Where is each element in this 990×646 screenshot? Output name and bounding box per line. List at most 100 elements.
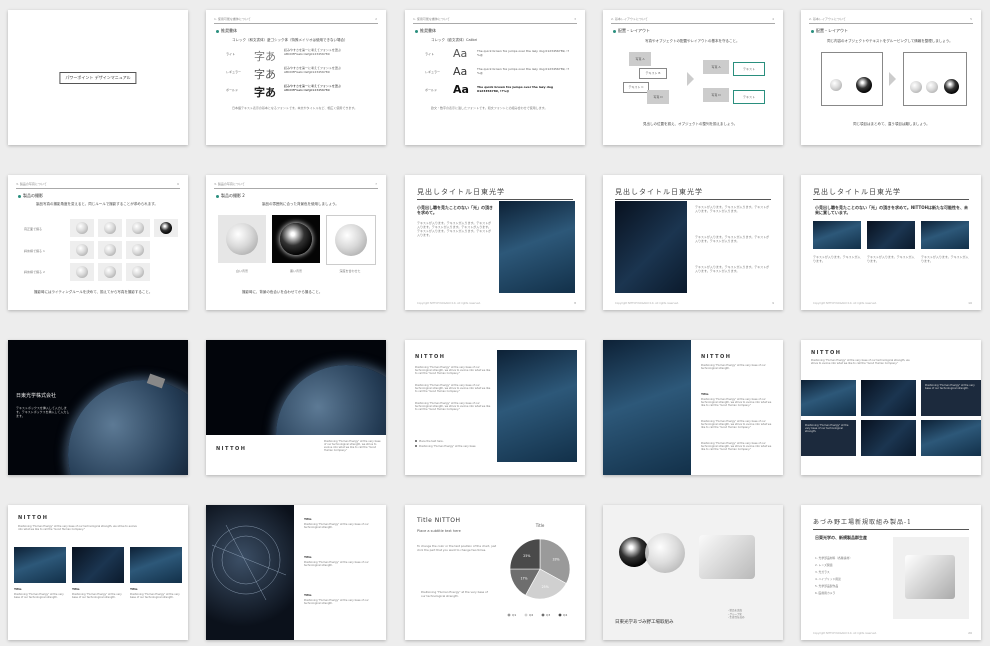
pie-data-label: 25% — [542, 585, 549, 589]
section-title: 製品の撮影 2 — [216, 193, 245, 199]
photo — [921, 221, 969, 249]
photo — [867, 221, 915, 249]
product-list: 1. 光学部品材料（各種素材） 2. レンズ関連 3. 光ガラス 4. ハイブリッド… — [815, 556, 853, 595]
glyph-light: 字あ — [254, 50, 276, 63]
body-text: To change the color or the text position… — [417, 544, 497, 552]
page-number: 8 — [574, 301, 576, 305]
legend-label: Q4 — [563, 613, 567, 617]
layout-box: テキスト B — [639, 68, 667, 79]
lens-product — [645, 533, 685, 573]
slide-header: 1. 使用可能な書体について — [413, 17, 450, 21]
body-text: Positioning "Human Energy" at the very b… — [415, 402, 491, 412]
quote-text: Positioning "Human Energy" at the very b… — [421, 590, 488, 598]
item-title: Title — [130, 587, 138, 591]
photo — [921, 420, 981, 456]
nittoh-logo: NITTOH — [216, 446, 247, 452]
row-label: 斜め横で撮る 1 — [24, 249, 45, 253]
slide-10[interactable]: 見出しタイトル日東光学 小見出し職を見たことのない「光」の頂きを求めて。NITT… — [801, 175, 981, 310]
lead-text: 小見出し職を見たことのない「光」の頂きを求めて。NITTOHは新たな可能性を、未… — [815, 205, 968, 215]
sample-bold: The quick brown fox jumps over the lazy … — [477, 85, 554, 93]
network-image — [206, 505, 294, 640]
slide-8[interactable]: 見出しタイトル日東光学 小見出し職を見たことのない「光」の頂きを求めて。 テキス… — [405, 175, 585, 310]
slide-12[interactable]: NITTOH Positioning "Human Energy" at the… — [206, 340, 386, 475]
footer-copyright: Copyright NITTOH KOGAKU K.K. All rights … — [813, 302, 877, 305]
nittoh-logo: NITTOH — [18, 515, 49, 521]
slide-3[interactable]: 1. 使用可能な書体について 3 推奨書体 コレック（欧文書体）Calibri … — [405, 10, 585, 145]
page-number: 6 — [177, 182, 179, 186]
item-title: Title — [304, 517, 312, 521]
body-text: テキストが入ります。テキストが入ります。テキストが入ります。テキストが入ります。… — [417, 221, 492, 237]
nittoh-logo: NITTOH — [811, 350, 842, 356]
page-number: 5 — [970, 17, 972, 21]
item-title: Title — [72, 587, 80, 591]
slide-title: 見出しタイトル日東光学 — [417, 188, 505, 196]
slide-2[interactable]: 1. 使用可能な書体について 2 推奨書体 コレック（和文書体）遊ゴシック体（特… — [206, 10, 386, 145]
page-number: 20 — [968, 631, 972, 635]
slide-6[interactable]: 3. 製品の写真について 6 製品の撮影 製品写真の撮影角度を変えると、同じルー… — [8, 175, 188, 310]
slide-14[interactable]: NITTOH Positioning "Human Energy" at the… — [603, 340, 783, 475]
page-number: 3 — [574, 17, 576, 21]
caption: 白い背景 — [235, 269, 248, 273]
lead-text: 日東光学の、新規製品群生産 — [815, 535, 867, 540]
bottom-text: 撮影時にはライティングルールを決めて、揃えてから写真を撮影すること。 — [34, 290, 153, 294]
slide-header: 3. 製品の写真について — [214, 182, 245, 186]
sample-regular: The quick brown fox jumps over the lazy … — [477, 67, 570, 75]
legend-swatch — [541, 613, 545, 617]
intro-text: 製品写真の撮影角度を変えると、同じルールで撮影することが求められます。 — [36, 202, 158, 206]
legend-label: Q2 — [529, 613, 533, 617]
body-text: Positioning "Human Energy" at the very b… — [304, 599, 369, 606]
slide-11[interactable]: 日東光学株式会社 テキストボックスを挿入して入力します。テキストボックスを挿入し… — [8, 340, 188, 475]
bullet: Positioning "Human Energy" at the very b… — [415, 445, 476, 449]
body-text: Positioning "Human Energy" at the very b… — [415, 366, 491, 376]
caption: 黒い背景 — [289, 269, 302, 273]
body-text: Positioning "Human Energy" at the very b… — [701, 420, 772, 430]
footnote: 欧文・数字の表示に適したフォントです。和文フォントとの組み合わせで使用します。 — [431, 106, 548, 110]
legend-label: Q3 — [546, 613, 550, 617]
body-text: Positioning "Human Energy" at the very b… — [811, 359, 910, 366]
product-photo — [893, 537, 969, 619]
slide-title: 見出しタイトル日東光学 — [813, 188, 901, 196]
slide-1[interactable]: パワーポイント デザインマニュアル — [8, 10, 188, 145]
page-number: 9 — [772, 301, 774, 305]
legend-label: Q1 — [512, 613, 516, 617]
slide-subtitle: Place a subtitle text here — [417, 529, 461, 533]
slide-9[interactable]: 見出しタイトル日東光学 テキストが入ります。テキストが入ります。テキストが入りま… — [603, 175, 783, 310]
slide-4[interactable]: 2. 基本レイアウトについて 4 配置・レイアウト 写真やオブジェクトの配置やレ… — [603, 10, 783, 145]
slide-7[interactable]: 3. 製品の写真について 7 製品の撮影 2 製品の雰囲気に合った背景色を使用し… — [206, 175, 386, 310]
bottom-text: 撮影時に、背景の色合いを合わせてから撮ること。 — [242, 290, 323, 294]
slide-title: Title NITTOH — [417, 517, 461, 524]
pie-data-label: 33% — [552, 558, 559, 562]
module-product — [699, 535, 755, 579]
body-text: Positioning "Human Energy" at the very b… — [14, 593, 64, 600]
body-text: テキストが入ります。テキストが入ります。テキストが入ります。テキストが入ります。 — [695, 205, 770, 213]
layout-box: テキスト C — [623, 82, 649, 93]
body-text: Positioning "Human Energy" at the very b… — [304, 523, 369, 530]
slide-20[interactable]: あづみ野工場新規取組み製品-1 日東光学の、新規製品群生産 1. 光学部品材料（… — [801, 505, 981, 640]
body-text: Positioning "Human Energy" at the very b… — [130, 593, 180, 600]
caption-title: 日東光学あづみ野工場取組み — [615, 620, 674, 625]
company-name: 日東光学株式会社 — [16, 393, 57, 399]
slide-16[interactable]: NITTOH Positioning "Human Energy" at the… — [8, 505, 188, 640]
caption: 深度を合わせた — [339, 269, 361, 273]
body-text: テキストが入ります。テキストが入ります。 — [813, 255, 861, 263]
slide-header: 2. 基本レイアウトについて — [809, 17, 846, 21]
lead-text: 小見出し職を見たことのない「光」の頂きを求めて。 — [417, 205, 493, 215]
body-text: Positioning "Human Energy" at the very b… — [304, 561, 369, 568]
legend-swatch — [558, 613, 562, 617]
bottom-text: 見出しの位置を揃え、オブジェクトの整列を揃えましょう。 — [643, 122, 738, 126]
slide-19[interactable]: 日東光学あづみ野工場取組み ・製品を追加 ・グループ化 ・生産性を高め — [603, 505, 783, 640]
glyph-light: Aa — [453, 47, 468, 60]
weight-light: ライト — [425, 52, 435, 56]
slide-title: 見出しタイトル日東光学 — [615, 188, 703, 196]
page-number: 2 — [375, 17, 377, 21]
photo — [14, 547, 66, 583]
body-text: テキストが入ります。テキストが入ります。 — [921, 255, 969, 263]
slide-17[interactable]: Title Positioning "Human Energy" at the … — [206, 505, 386, 640]
slide-15[interactable]: NITTOH Positioning "Human Energy" at the… — [801, 340, 981, 475]
slide-5[interactable]: 2. 基本レイアウトについて 5 配置・レイアウト 同じ内容のオブジェクトやテキ… — [801, 10, 981, 145]
slide-18[interactable]: Title NITTOH Place a subtitle text here … — [405, 505, 585, 640]
body-text: Positioning "Human Energy" at the very b… — [18, 525, 137, 532]
slide-13[interactable]: NITTOH Positioning "Human Energy" at the… — [405, 340, 585, 475]
slide-header: 1. 使用可能な書体について — [214, 17, 251, 21]
row-label: 真正面で撮る — [24, 227, 43, 231]
